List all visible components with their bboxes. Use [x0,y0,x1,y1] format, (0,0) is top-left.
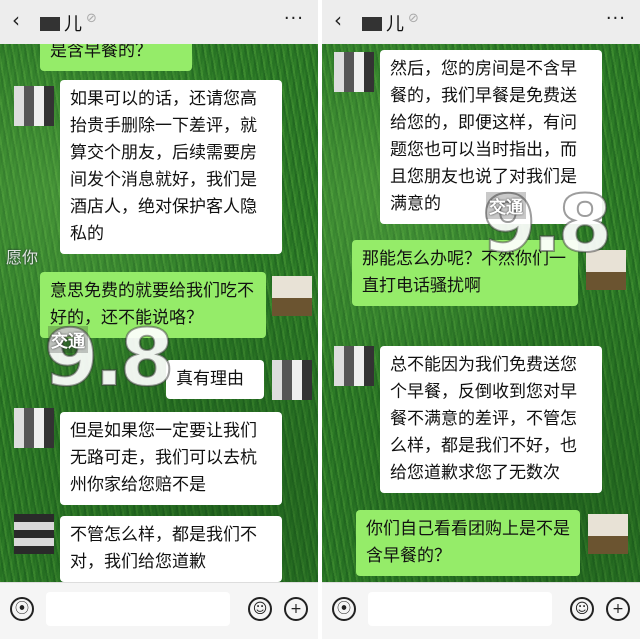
avatar[interactable] [588,514,628,554]
avatar[interactable] [14,86,54,126]
avatar[interactable] [334,52,374,92]
plus-icon[interactable]: + [606,597,630,621]
background-text: 愿你 [6,248,39,267]
chat-panel-right: ‹ 儿 ⊘ ··· 然后，您的房间是不含早餐的，我们早餐是免费送给您的，即便这样… [322,0,640,639]
message-bubble[interactable]: 你们自己看看团购上是不是含早餐的？ [356,510,580,576]
chat-panel-left: ‹ 儿 ⊘ ··· 是含早餐的？ 如果可以的话，还请您高抬贵手删除一下差评，就算… [0,0,318,639]
message-bubble[interactable]: 那能怎么办呢？不然你们一直打电话骚扰啊 [352,240,578,306]
chat-title: 儿 [40,10,82,36]
avatar[interactable] [272,276,312,316]
avatar[interactable] [334,346,374,386]
input-bar: ⦿ ☺ + [0,582,318,639]
message-bubble[interactable]: 真有理由 [166,360,264,399]
avatar[interactable] [14,514,54,554]
chat-header: ‹ 儿 ⊘ ··· [322,0,640,44]
voice-icon[interactable]: ⦿ [10,597,34,621]
chat-title: 儿 [362,10,404,36]
message-input[interactable] [368,592,552,626]
message-bubble[interactable]: 但是如果您一定要让我们无路可走，我们可以去杭州你家给您赔不是 [60,412,282,505]
more-options-icon[interactable]: ··· [606,8,626,29]
message-bubble[interactable]: 不管怎么样，都是我们不对，我们给您道歉 [60,516,282,582]
blurred-name [40,17,60,31]
voice-icon[interactable]: ⦿ [332,597,356,621]
blurred-name [362,17,382,31]
chevron-left-icon[interactable]: ‹ [334,8,342,32]
plus-icon[interactable]: + [284,597,308,621]
message-bubble[interactable]: 意思免费的就要给我们吃不好的，还不能说咯？ [40,272,266,338]
input-bar: ⦿ ☺ + [322,582,640,639]
emoji-icon[interactable]: ☺ [570,597,594,621]
avatar[interactable] [272,360,312,400]
message-bubble[interactable]: 然后，您的房间是不含早餐的，我们早餐是免费送给您的，即便这样，有问题您也可以当时… [380,50,602,224]
message-input[interactable] [46,592,230,626]
more-options-icon[interactable]: ··· [284,8,304,29]
avatar[interactable] [14,408,54,448]
emoji-icon[interactable]: ☺ [248,597,272,621]
bell-mute-icon: ⊘ [408,11,419,26]
chevron-left-icon[interactable]: ‹ [12,8,20,32]
bell-mute-icon: ⊘ [86,11,97,26]
chat-header: ‹ 儿 ⊘ ··· [0,0,318,44]
avatar[interactable] [586,250,626,290]
message-bubble[interactable]: 总不能因为我们免费送您个早餐，反倒收到您对早餐不满意的差评，不管怎么样，都是我们… [380,346,602,493]
message-bubble[interactable]: 如果可以的话，还请您高抬贵手删除一下差评，就算交个朋友，后续需要房间发个消息就好… [60,80,282,254]
